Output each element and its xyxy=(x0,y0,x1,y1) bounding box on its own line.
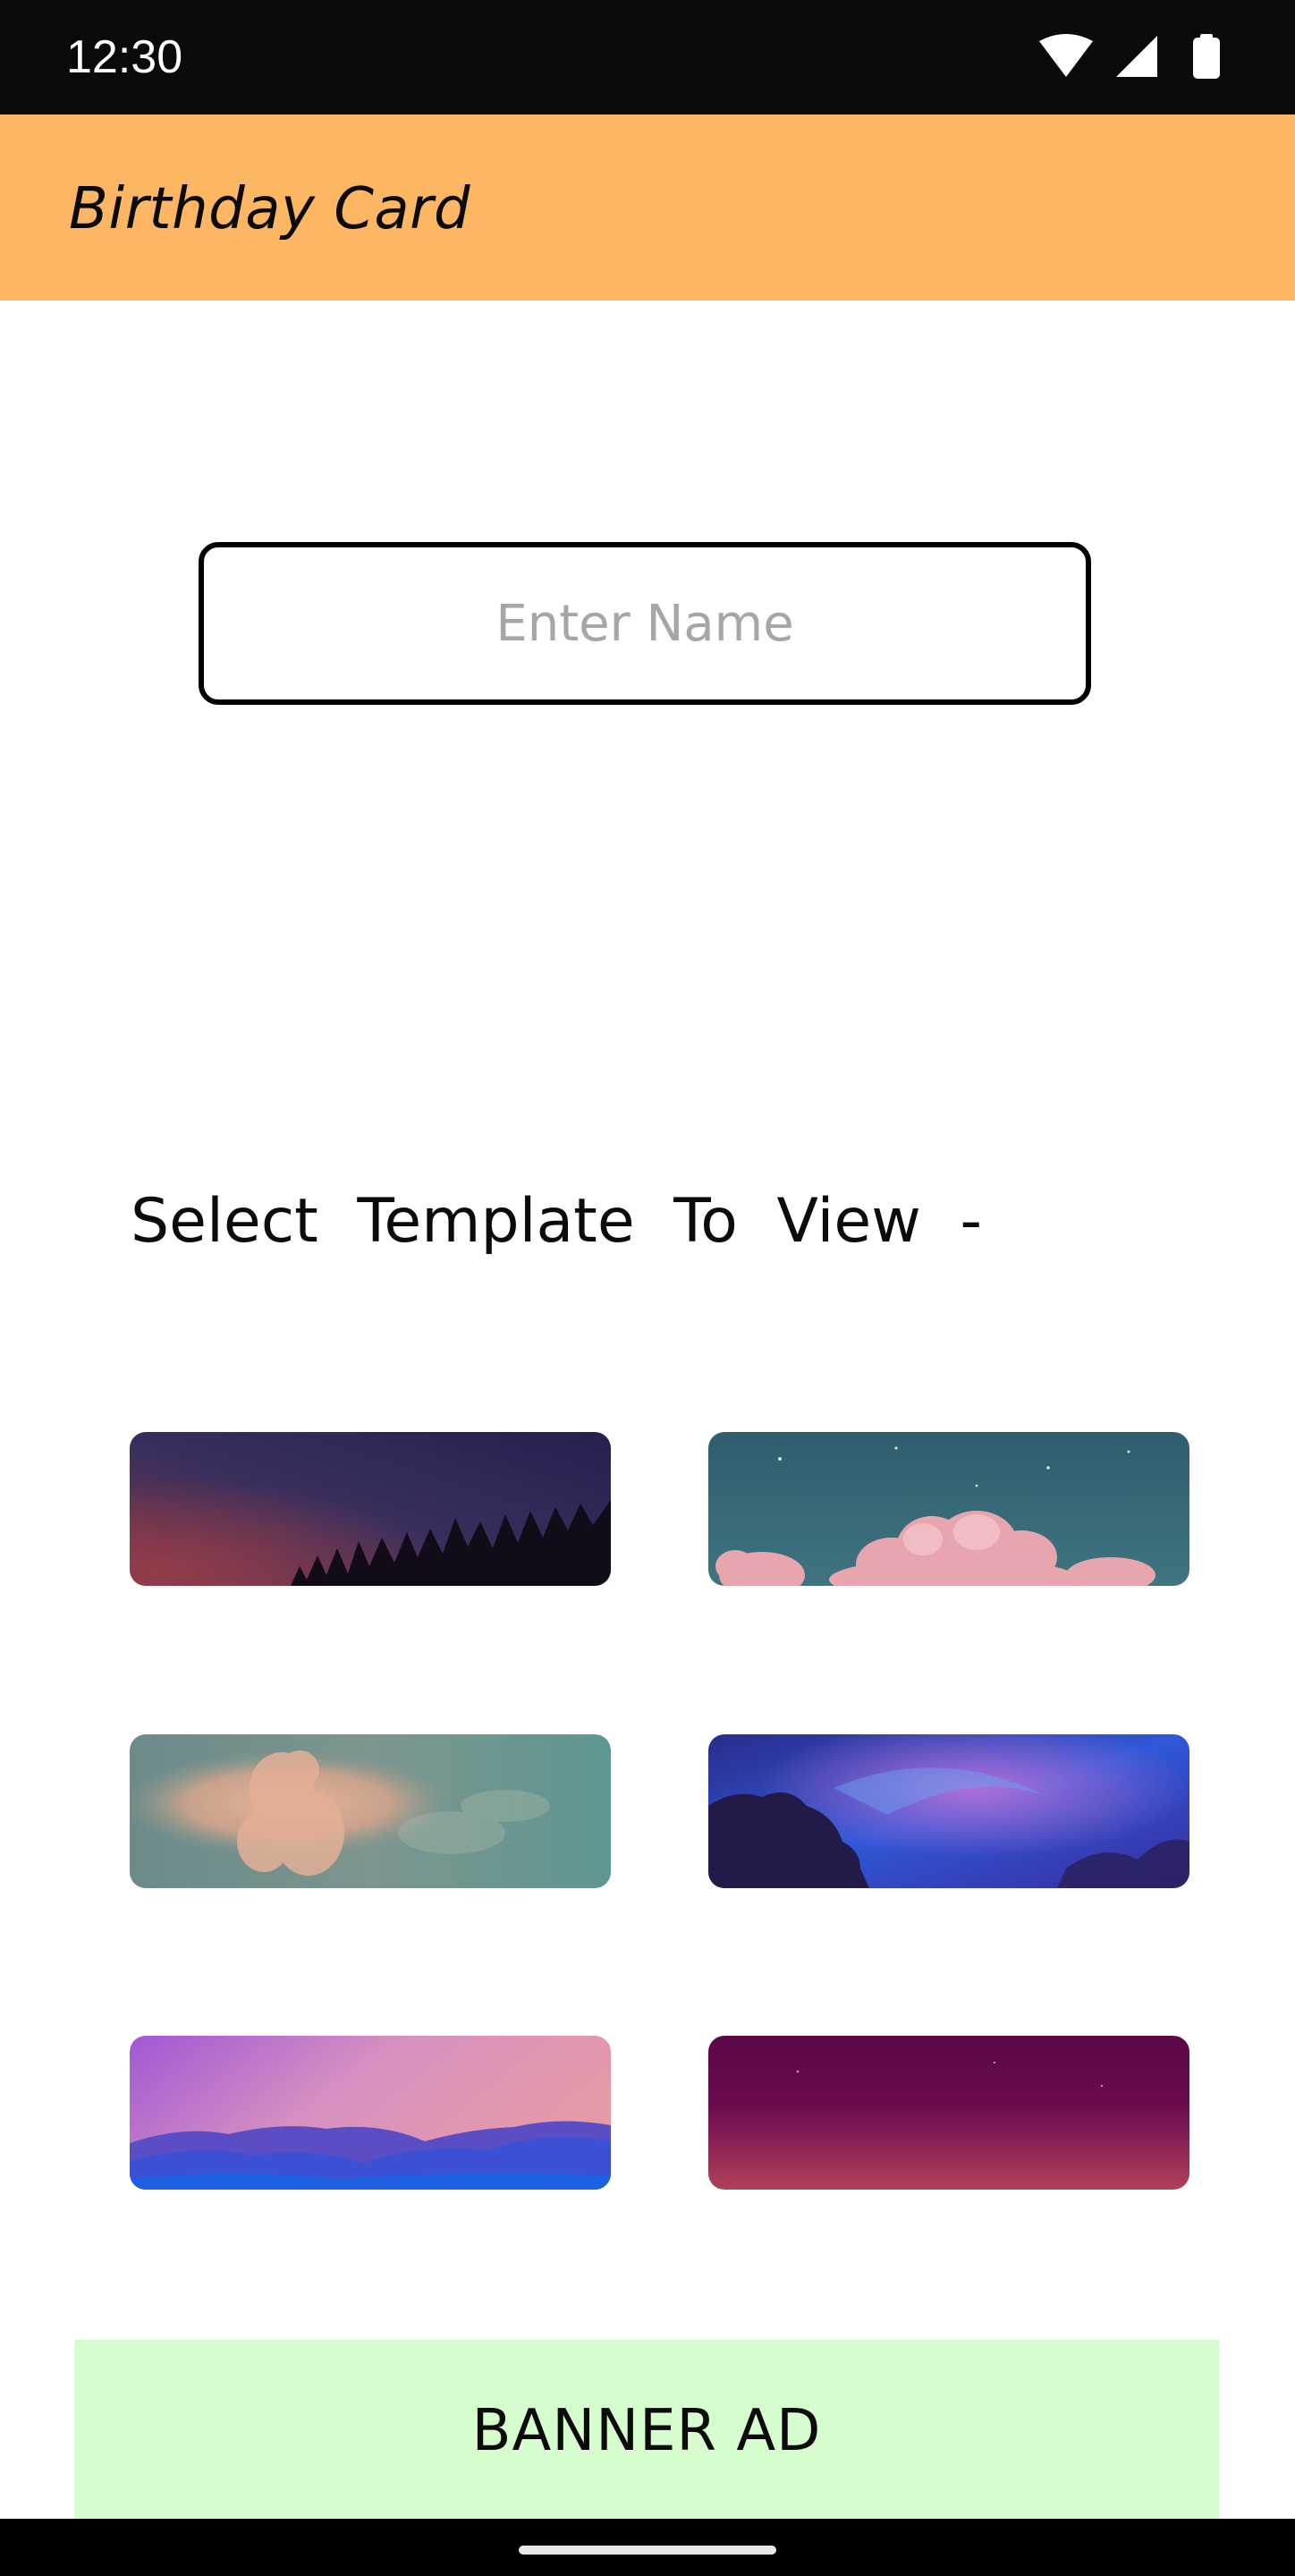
home-gesture-handle[interactable] xyxy=(519,2546,776,2555)
cellular-signal-icon xyxy=(1116,36,1157,77)
template-magenta-night[interactable] xyxy=(708,2036,1189,2190)
template-sage-cumulus[interactable] xyxy=(130,1734,611,1888)
select-template-heading: Select Template To View - xyxy=(131,1186,983,1257)
status-icons xyxy=(1039,32,1236,82)
name-input[interactable] xyxy=(199,542,1091,705)
template-purple-mountains[interactable] xyxy=(130,2036,611,2190)
wifi-icon xyxy=(1039,34,1093,77)
app-title: Birthday Card xyxy=(69,176,471,242)
banner-ad[interactable]: BANNER AD xyxy=(74,2340,1219,2519)
template-teal-sky-pink-clouds[interactable] xyxy=(708,1432,1189,1586)
template-blue-nebula[interactable] xyxy=(708,1734,1189,1888)
battery-icon xyxy=(1193,34,1220,79)
status-time: 12:30 xyxy=(66,31,183,83)
status-bar: 12:30 xyxy=(0,0,1295,114)
navigation-bar xyxy=(0,2519,1295,2576)
app-bar: Birthday Card xyxy=(0,114,1295,301)
template-twilight-forest[interactable] xyxy=(130,1432,611,1586)
banner-ad-label: BANNER AD xyxy=(471,2398,822,2464)
